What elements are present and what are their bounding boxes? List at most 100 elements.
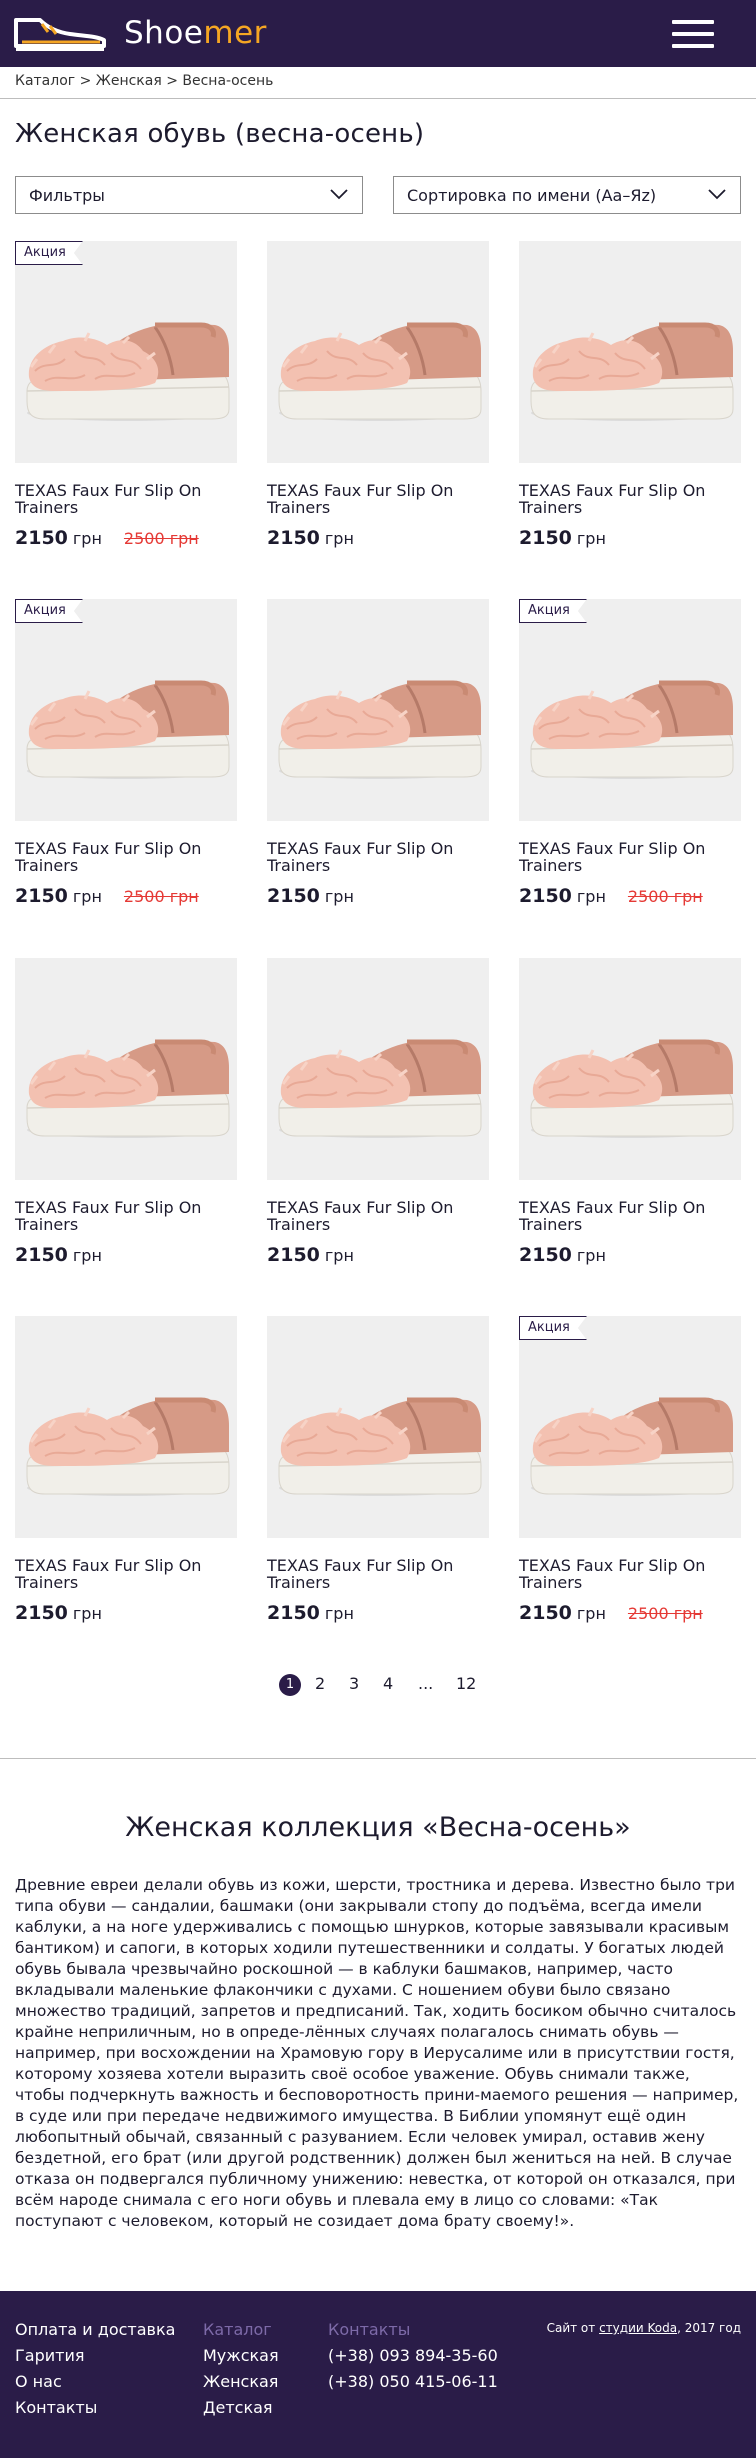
product-name[interactable]: TEXAS Faux Fur Slip On Trainers [519, 1557, 741, 1591]
price-currency: грн [576, 1604, 606, 1623]
price-value: 2150 [267, 527, 320, 549]
chevron-down-icon [330, 189, 348, 200]
product-image[interactable] [15, 958, 237, 1180]
price-currency: грн [576, 887, 606, 906]
sale-badge: Акция [15, 241, 83, 265]
product-name[interactable]: TEXAS Faux Fur Slip On Trainers [15, 482, 237, 516]
page-link-3[interactable]: 3 [349, 1672, 359, 1696]
product-name[interactable]: TEXAS Faux Fur Slip On Trainers [267, 840, 489, 874]
product-price: 2150 грн 2500 грн [15, 527, 199, 549]
product-name[interactable]: TEXAS Faux Fur Slip On Trainers [519, 840, 741, 874]
shoe-image [530, 322, 734, 421]
product-price: 2150 грн [267, 885, 354, 907]
product-image[interactable] [15, 1316, 237, 1538]
product-image[interactable] [267, 599, 489, 821]
product-image[interactable] [267, 241, 489, 463]
product-price: 2150 грн [15, 1602, 102, 1624]
price-currency: грн [72, 1246, 102, 1265]
product-price: 2150 грн 2500 грн [519, 885, 703, 907]
page-link-2[interactable]: 2 [315, 1672, 325, 1696]
product-price: 2150 грн [267, 1602, 354, 1624]
old-price: 2500 грн [123, 529, 199, 548]
old-price: 2500 грн [627, 887, 703, 906]
shoe-image [278, 680, 482, 779]
page-title: Женская обувь (весна-осень) [15, 119, 425, 149]
price-value: 2150 [267, 1602, 320, 1624]
product-price: 2150 грн [15, 1244, 102, 1266]
price-currency: грн [576, 529, 606, 548]
shoe-image [26, 322, 230, 421]
price-value: 2150 [519, 1602, 572, 1624]
site-footer: Оплата и доставка Гарития О нас Контакты… [0, 2291, 756, 2458]
price-value: 2150 [15, 1244, 68, 1266]
price-value: 2150 [15, 527, 68, 549]
old-price: 2500 грн [627, 1604, 703, 1623]
shoe-image [530, 1039, 734, 1138]
section-divider [0, 1758, 756, 1759]
old-price: 2500 грн [123, 887, 199, 906]
product-image[interactable] [519, 599, 741, 821]
about-title: Женская коллекция «Весна-осень» [125, 1812, 631, 1843]
price-currency: грн [72, 529, 102, 548]
page-link-1[interactable]: 1 [279, 1674, 301, 1696]
product-image[interactable] [15, 241, 237, 463]
page-ellipsis: ... [418, 1674, 434, 1693]
product-price: 2150 грн 2500 грн [519, 1602, 703, 1624]
sort-dropdown[interactable]: Сортировка по имени (Аа–Яz) [393, 176, 741, 214]
product-price: 2150 грн [267, 527, 354, 549]
product-name[interactable]: TEXAS Faux Fur Slip On Trainers [267, 482, 489, 516]
footer-phone-2[interactable]: (+38) 050 415-06-11 [328, 2369, 498, 2395]
sale-badge: Акция [519, 599, 587, 623]
filters-label: Фильтры [29, 186, 105, 205]
price-value: 2150 [267, 885, 320, 907]
product-image[interactable] [267, 958, 489, 1180]
menu-icon[interactable] [672, 20, 714, 48]
product-name[interactable]: TEXAS Faux Fur Slip On Trainers [15, 1557, 237, 1591]
sale-badge: Акция [15, 599, 83, 623]
product-name[interactable]: TEXAS Faux Fur Slip On Trainers [519, 482, 741, 516]
breadcrumb[interactable]: Каталог > Женская > Весна-осень [15, 73, 273, 89]
filters-dropdown[interactable]: Фильтры [15, 176, 363, 214]
footer-link-kids[interactable]: Детская [203, 2395, 279, 2421]
product-image[interactable] [519, 1316, 741, 1538]
price-currency: грн [576, 1246, 606, 1265]
product-name[interactable]: TEXAS Faux Fur Slip On Trainers [15, 840, 237, 874]
site-header: Shoemer [0, 0, 756, 67]
footer-contacts-heading: Контакты [328, 2320, 411, 2339]
product-name[interactable]: TEXAS Faux Fur Slip On Trainers [519, 1199, 741, 1233]
footer-link-about[interactable]: О нас [15, 2369, 175, 2395]
product-name[interactable]: TEXAS Faux Fur Slip On Trainers [15, 1199, 237, 1233]
footer-link-women[interactable]: Женская [203, 2369, 279, 2395]
footer-col-contacts: Контакты (+38) 093 894-35-60 (+38) 050 4… [328, 2317, 498, 2395]
price-value: 2150 [519, 885, 572, 907]
shoe-image [278, 322, 482, 421]
price-currency: грн [324, 1246, 354, 1265]
footer-link-contacts[interactable]: Контакты [15, 2395, 175, 2421]
footer-phone-1[interactable]: (+38) 093 894-35-60 [328, 2343, 498, 2369]
product-name[interactable]: TEXAS Faux Fur Slip On Trainers [267, 1557, 489, 1591]
product-price: 2150 грн [267, 1244, 354, 1266]
page-link-4[interactable]: 4 [383, 1672, 393, 1696]
product-image[interactable] [267, 1316, 489, 1538]
studio-link[interactable]: студии Koda [599, 2321, 677, 2335]
page-link-12[interactable]: 12 [456, 1672, 476, 1696]
product-image[interactable] [15, 599, 237, 821]
product-name[interactable]: TEXAS Faux Fur Slip On Trainers [267, 1199, 489, 1233]
about-text: Древние евреи делали обувь из кожи, шерс… [15, 1876, 739, 2230]
product-price: 2150 грн 2500 грн [15, 885, 199, 907]
sale-badge: Акция [519, 1316, 587, 1340]
logo[interactable]: Shoemer [12, 12, 267, 54]
footer-link-warranty[interactable]: Гарития [15, 2343, 175, 2369]
shoe-logo-icon [14, 18, 106, 51]
price-currency: грн [72, 1604, 102, 1623]
product-price: 2150 грн [519, 1244, 606, 1266]
price-currency: грн [324, 529, 354, 548]
footer-link-men[interactable]: Мужская [203, 2343, 279, 2369]
product-image[interactable] [519, 241, 741, 463]
price-value: 2150 [15, 885, 68, 907]
sort-label: Сортировка по имени (Аа–Яz) [407, 186, 657, 205]
shoe-image [26, 680, 230, 779]
price-value: 2150 [267, 1244, 320, 1266]
product-image[interactable] [519, 958, 741, 1180]
footer-link-payment[interactable]: Оплата и доставка [15, 2317, 175, 2343]
